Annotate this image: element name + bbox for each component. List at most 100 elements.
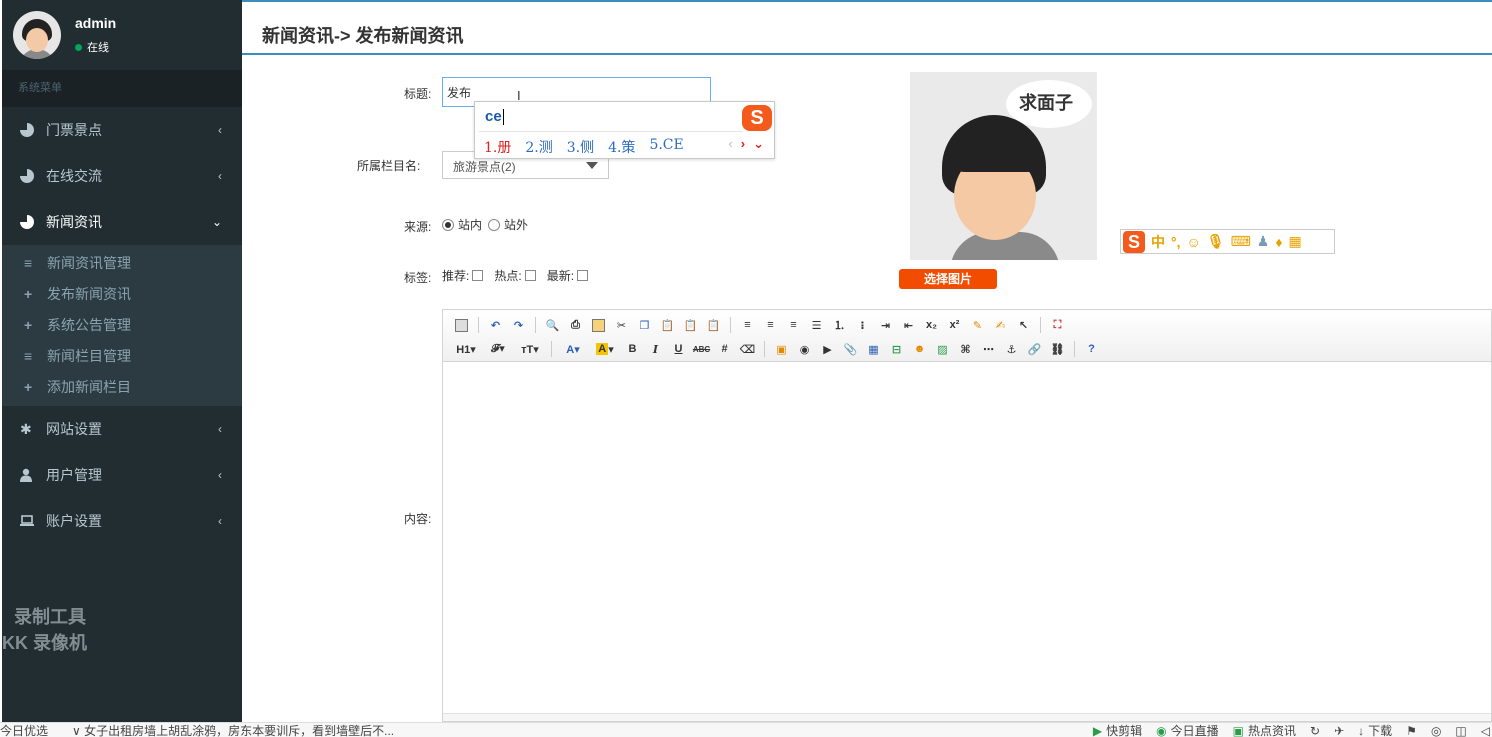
chevron-right-icon[interactable]: › bbox=[741, 136, 745, 152]
editor-content-area[interactable] bbox=[443, 363, 1491, 713]
sidebar-item-account[interactable]: 账户设置 ‹ bbox=[2, 498, 242, 544]
submenu-item-publish-news[interactable]: + 发布新闻资讯 bbox=[2, 278, 242, 309]
clear-format-icon[interactable]: ✎ bbox=[967, 315, 988, 335]
source-radio-internal[interactable] bbox=[442, 218, 454, 231]
editor-resize-bar[interactable] bbox=[443, 713, 1491, 721]
emoji-icon[interactable]: ☺ bbox=[1187, 234, 1201, 250]
ime-candidate[interactable]: 3.侧 bbox=[567, 137, 594, 157]
punctuation-icon[interactable]: °, bbox=[1171, 234, 1181, 250]
unordered-list-icon[interactable]: ⁝ bbox=[852, 315, 873, 335]
flash-icon[interactable]: ◉ bbox=[794, 339, 815, 359]
submenu-item-add-column[interactable]: + 添加新闻栏目 bbox=[2, 371, 242, 402]
subscript-icon[interactable]: x₂ bbox=[921, 315, 942, 335]
unlink-icon[interactable]: ⛓ bbox=[1047, 339, 1068, 359]
ime-candidate[interactable]: 4.策 bbox=[608, 137, 635, 157]
preview-icon[interactable]: 🔍 bbox=[542, 315, 563, 335]
outdent-icon[interactable]: ⇤ bbox=[898, 315, 919, 335]
source-icon[interactable] bbox=[451, 315, 472, 335]
ime-language-toggle[interactable]: 中 bbox=[1151, 232, 1165, 252]
plus-icon: + bbox=[24, 378, 33, 395]
ime-candidate[interactable]: 2.测 bbox=[525, 137, 552, 157]
pin-icon[interactable]: ✈ bbox=[1334, 724, 1344, 737]
statusbar-quick-edit[interactable]: 快剪辑 bbox=[1106, 722, 1142, 737]
microphone-icon[interactable]: 🎙 bbox=[1207, 233, 1225, 250]
attachment-icon[interactable]: 📎 bbox=[840, 339, 861, 359]
template-icon[interactable] bbox=[588, 315, 609, 335]
statusbar-live[interactable]: 今日直播 bbox=[1171, 722, 1219, 737]
statusbar-hot-news[interactable]: 热点资讯 bbox=[1248, 722, 1296, 737]
help-icon[interactable]: ? bbox=[1081, 339, 1102, 359]
anchor-icon[interactable]: ⚓ bbox=[1001, 339, 1022, 359]
flag-icon[interactable]: ⚑ bbox=[1406, 724, 1417, 737]
highlight-color-icon[interactable]: A ▾ bbox=[590, 339, 620, 359]
toolbox-icon[interactable]: ▦ bbox=[1289, 233, 1302, 250]
cut-icon[interactable]: ✂ bbox=[611, 315, 632, 335]
sogou-logo-icon[interactable]: S bbox=[1123, 230, 1145, 253]
volume-icon[interactable]: ◁ bbox=[1481, 724, 1490, 737]
align-justify-icon[interactable]: ☰ bbox=[806, 315, 827, 335]
sidebar-item-site-settings[interactable]: ✱ 网站设置 ‹ bbox=[2, 406, 242, 452]
emoticon-icon[interactable]: ☻ bbox=[909, 339, 930, 359]
map-icon[interactable]: ▨ bbox=[932, 339, 953, 359]
pointer-icon[interactable]: ↖ bbox=[1013, 315, 1034, 335]
submenu-item-news-columns[interactable]: ≡ 新闻栏目管理 bbox=[2, 340, 242, 371]
keyboard-icon[interactable]: ⌨ bbox=[1231, 233, 1251, 250]
fullscreen-icon[interactable]: ⛶ bbox=[1047, 315, 1068, 335]
paste-icon[interactable]: 📋 bbox=[657, 315, 678, 335]
chevron-left-icon[interactable]: ‹ bbox=[728, 136, 732, 152]
statusbar-download[interactable]: 下载 bbox=[1368, 722, 1392, 737]
align-left-icon[interactable]: ≡ bbox=[737, 315, 758, 335]
source-radio-external[interactable] bbox=[488, 218, 501, 231]
indent-icon[interactable]: ⇥ bbox=[875, 315, 896, 335]
statusbar-news-ticker[interactable]: ∨ 女子出租房墙上胡乱涂鸦，房东本要训斥，看到墙壁后不... bbox=[72, 722, 394, 737]
user-center-icon[interactable]: ♟ bbox=[1257, 233, 1270, 250]
underline-icon[interactable]: U bbox=[668, 339, 689, 359]
window-icon[interactable]: ◫ bbox=[1455, 724, 1466, 737]
link-icon[interactable]: 🔗 bbox=[1024, 339, 1045, 359]
copy-icon[interactable]: ❐ bbox=[634, 315, 655, 335]
tag-latest-checkbox[interactable] bbox=[577, 270, 589, 281]
media-icon[interactable]: ▶ bbox=[817, 339, 838, 359]
superscript-icon[interactable]: x² bbox=[944, 315, 965, 335]
statusbar-today-picks[interactable]: 今日优选 bbox=[0, 722, 70, 737]
code-icon[interactable]: ⌘ bbox=[955, 339, 976, 359]
ime-candidate[interactable]: 1.册 bbox=[484, 137, 511, 157]
font-color-icon[interactable]: A▾ bbox=[558, 339, 588, 359]
strikethrough-icon[interactable]: ABC bbox=[691, 339, 712, 359]
table-icon[interactable]: ▦ bbox=[863, 339, 884, 359]
sidebar-item-tickets[interactable]: 门票景点 ‹ bbox=[2, 107, 242, 153]
paste-word-icon[interactable]: 📋 bbox=[703, 315, 724, 335]
align-right-icon[interactable]: ≡ bbox=[783, 315, 804, 335]
horizontal-rule-icon[interactable]: ⊟ bbox=[886, 339, 907, 359]
select-image-button[interactable]: 选择图片 bbox=[899, 269, 997, 289]
tag-hot-checkbox[interactable] bbox=[524, 270, 536, 281]
redo-icon[interactable]: ↷ bbox=[508, 315, 529, 335]
submenu-item-announcements[interactable]: + 系统公告管理 bbox=[2, 309, 242, 340]
chevron-down-icon[interactable]: ⌄ bbox=[753, 136, 764, 152]
pagebreak-icon[interactable]: ⋯ bbox=[978, 339, 999, 359]
skin-icon[interactable]: ♦ bbox=[1275, 234, 1282, 250]
heading-icon[interactable]: H1▾ bbox=[451, 339, 481, 359]
line-height-icon[interactable]: # bbox=[714, 339, 735, 359]
align-center-icon[interactable]: ≡ bbox=[760, 315, 781, 335]
refresh-icon[interactable]: ↻ bbox=[1310, 724, 1320, 737]
paste-text-icon[interactable]: 📋 bbox=[680, 315, 701, 335]
sidebar-item-users[interactable]: 用户管理 ‹ bbox=[2, 452, 242, 498]
font-family-icon[interactable]: 𝓕▾ bbox=[483, 339, 513, 359]
undo-icon[interactable]: ↶ bbox=[485, 315, 506, 335]
browser-icon[interactable]: ◎ bbox=[1431, 724, 1441, 737]
font-size-icon[interactable]: ᴛT▾ bbox=[515, 339, 545, 359]
bold-icon[interactable]: B bbox=[622, 339, 643, 359]
sidebar-item-chat[interactable]: 在线交流 ‹ bbox=[2, 153, 242, 199]
image-icon[interactable]: ▣ bbox=[771, 339, 792, 359]
italic-icon[interactable]: I bbox=[645, 339, 666, 359]
chevron-left-icon: ‹ bbox=[218, 514, 222, 528]
print-icon[interactable]: ⎙ bbox=[565, 315, 586, 335]
submenu-item-news-manage[interactable]: ≡ 新闻资讯管理 bbox=[2, 247, 242, 278]
select-all-icon[interactable]: ✍ bbox=[990, 315, 1011, 335]
eraser-icon[interactable]: ⌫ bbox=[737, 339, 758, 359]
sidebar-item-news[interactable]: 新闻资讯 ⌄ bbox=[2, 199, 242, 245]
ordered-list-icon[interactable]: ⒈ bbox=[829, 315, 850, 335]
tag-recommend-checkbox[interactable] bbox=[472, 270, 484, 281]
ime-candidate[interactable]: 5.CE bbox=[649, 137, 683, 157]
